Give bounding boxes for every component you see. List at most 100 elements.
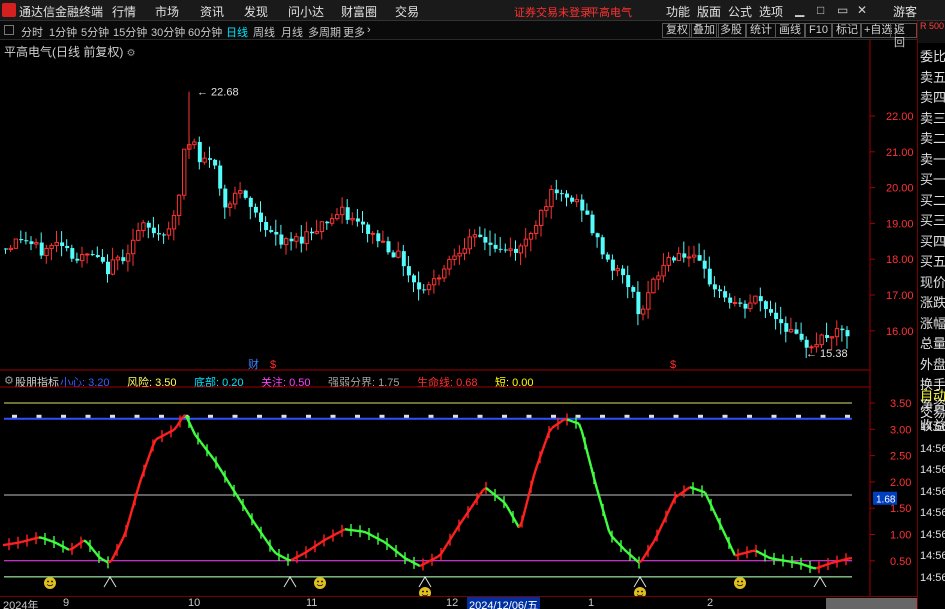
- close-icon[interactable]: ✕: [857, 3, 867, 17]
- candle: [412, 273, 416, 293]
- candle: [366, 222, 371, 243]
- diejia-button[interactable]: 叠加: [689, 23, 719, 38]
- price-tick-label: 21.00: [886, 147, 914, 159]
- fuquan-button[interactable]: 复权: [662, 23, 692, 38]
- quote-label: 14:56: [920, 485, 945, 498]
- candle: [707, 256, 712, 287]
- login-warning[interactable]: 证券交易未登录: [514, 4, 591, 20]
- maximize-button[interactable]: □: [817, 3, 824, 17]
- menu-jiaoyi[interactable]: 交易: [395, 3, 419, 20]
- candle: [666, 251, 671, 272]
- dividend-marker[interactable]: $: [270, 359, 276, 371]
- period-multi[interactable]: 多周期: [308, 24, 341, 40]
- current-value-label: 1.68: [876, 495, 896, 506]
- candlestick-chart[interactable]: 22.00 21.00 20.00 19.00 18.00 17.00 16.00 ← 22.…: [0, 40, 917, 371]
- candle: [350, 212, 355, 226]
- date-label: 12: [446, 597, 459, 609]
- scroll-handle[interactable]: [826, 598, 917, 609]
- high-price-label: ← 22.68: [197, 87, 239, 99]
- dividend-marker[interactable]: $: [670, 359, 676, 371]
- huaxian-button[interactable]: 画线: [775, 23, 805, 38]
- chevron-right-icon[interactable]: ›: [367, 24, 371, 36]
- candle: [238, 182, 243, 199]
- candle: [289, 232, 294, 251]
- indicator-chart[interactable]: 3.503.002.502.001.501.000.501.68: [0, 371, 917, 596]
- candle: [417, 271, 422, 301]
- candle: [784, 316, 789, 343]
- menu-hangqing[interactable]: 行情: [112, 3, 136, 20]
- candle: [763, 300, 768, 319]
- period-fenshi[interactable]: 分时: [21, 24, 43, 40]
- candle: [166, 221, 172, 240]
- candle: [335, 208, 340, 221]
- caution-marker: [232, 414, 238, 418]
- candle: [49, 243, 54, 261]
- candle: [738, 297, 743, 307]
- candle: [60, 231, 65, 257]
- period-5min[interactable]: 5分钟: [81, 24, 109, 40]
- indicator-tick-label: 3.50: [890, 398, 911, 410]
- period-more[interactable]: 更多: [343, 24, 365, 40]
- back-button[interactable]: 返回: [890, 23, 917, 49]
- candle: [208, 146, 212, 168]
- menu-wenxiaoda[interactable]: 问小达: [288, 3, 324, 20]
- candle: [523, 228, 529, 258]
- f10-button[interactable]: F10: [805, 23, 832, 38]
- candle: [549, 185, 554, 219]
- indicator-tick-label: 3.00: [890, 424, 911, 436]
- candle: [4, 248, 8, 254]
- candle: [488, 230, 493, 256]
- sidebar-toggle-icon[interactable]: [4, 25, 14, 35]
- user-label[interactable]: 游客: [893, 3, 917, 20]
- restore-button[interactable]: ▭: [837, 3, 848, 17]
- candle: [554, 179, 559, 200]
- caution-marker: [281, 414, 287, 418]
- panel-top-label[interactable]: R 500: [918, 21, 945, 43]
- tool-xuanxiang[interactable]: 选项: [759, 3, 783, 20]
- tool-gongshi[interactable]: 公式: [728, 3, 752, 20]
- candle: [100, 249, 105, 264]
- period-daily[interactable]: 日线: [226, 24, 248, 40]
- period-30min[interactable]: 30分钟: [151, 24, 185, 40]
- biaoji-button[interactable]: 标记: [832, 23, 862, 38]
- candle: [110, 247, 115, 276]
- menu-caifuquan[interactable]: 财富圈: [341, 3, 377, 20]
- tongji-button[interactable]: 统计: [746, 23, 776, 38]
- quote-label: 买一: [920, 172, 945, 187]
- tool-gongneng[interactable]: 功能: [666, 3, 690, 20]
- candle: [269, 225, 274, 234]
- candle: [610, 254, 615, 281]
- quote-label: 买二: [920, 192, 945, 208]
- period-60min[interactable]: 60分钟: [188, 24, 222, 40]
- caution-marker: [502, 414, 507, 418]
- candle: [845, 326, 850, 349]
- finance-marker[interactable]: 财: [248, 357, 259, 371]
- candle: [376, 229, 381, 248]
- price-tick-label: 22.00: [886, 111, 914, 123]
- candle: [580, 194, 585, 222]
- candle: [533, 220, 539, 240]
- candle: [243, 189, 248, 200]
- period-weekly[interactable]: 周线: [253, 24, 275, 40]
- menu-zixun[interactable]: 资讯: [200, 3, 224, 20]
- signal-triangle-icon: [283, 576, 297, 588]
- candle: [676, 247, 682, 261]
- duogu-button[interactable]: 多股: [716, 23, 746, 38]
- period-1min[interactable]: 1分钟: [49, 24, 77, 40]
- candle: [472, 229, 478, 247]
- period-15min[interactable]: 15分钟: [113, 24, 147, 40]
- period-monthly[interactable]: 月线: [281, 24, 303, 40]
- minimize-button[interactable]: ▁: [795, 3, 804, 17]
- caution-marker: [36, 414, 42, 418]
- tool-banmian[interactable]: 版面: [697, 3, 721, 20]
- caution-marker: [379, 414, 385, 418]
- menu-faxian[interactable]: 发现: [244, 3, 268, 20]
- candle: [518, 243, 523, 266]
- settings-gear-icon[interactable]: ⚙: [127, 48, 136, 59]
- caution-marker: [698, 414, 703, 418]
- smiley-signal-icon: [44, 577, 56, 589]
- candle: [171, 210, 177, 241]
- signal-triangle-icon: [813, 576, 827, 588]
- candle: [748, 294, 753, 312]
- menu-shichang[interactable]: 市场: [155, 3, 179, 20]
